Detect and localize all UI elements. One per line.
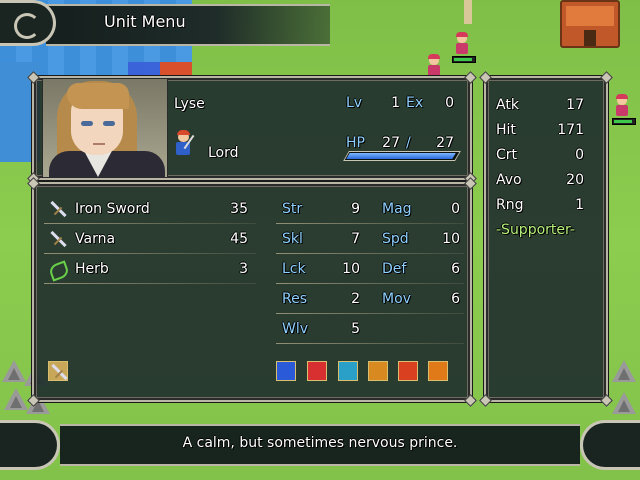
skl-label: Skl [282,231,303,247]
mov-value: 6 [451,291,460,307]
exp-label: Ex [406,95,424,111]
map-rock [612,360,636,382]
enemy-unit-sprite[interactable] [426,54,442,78]
stat-divider [276,313,464,314]
gold-star-icon[interactable] [428,361,448,381]
spd-value: 10 [442,231,460,247]
level-label: Lv [346,95,363,111]
item-uses: 3 [239,261,248,277]
crown-icon[interactable] [276,361,296,381]
stat-divider [276,283,464,284]
unit-description: A calm, but sometimes nervous prince. [182,435,458,451]
star-shield-icon[interactable] [368,361,388,381]
stat-divider [276,253,464,254]
wlv-value: 5 [351,321,360,337]
stat-divider [276,223,464,224]
item-uses: 45 [230,231,248,247]
enemy-hp-bar [612,118,636,125]
hp-gauge [343,151,461,161]
avo-label: Avo [496,172,522,188]
res-label: Res [282,291,308,307]
sword-rank-icon [48,361,68,381]
enemy-unit-sprite[interactable] [454,32,470,56]
atk-label: Atk [496,97,519,113]
skl-value: 7 [351,231,360,247]
unit-name: Lyse [174,96,205,112]
unit-map-sprite [172,130,196,160]
hit-label: Hit [496,122,516,138]
menu-title: Unit Menu [104,12,186,31]
crt-value: 0 [575,147,584,163]
str-label: Str [282,201,303,217]
res-value: 2 [351,291,360,307]
enemy-unit-sprite[interactable] [614,94,630,118]
enemy-hp-bar [452,56,476,63]
item-name[interactable]: Varna [75,231,115,247]
def-label: Def [382,261,407,277]
star-burst-icon[interactable] [338,361,358,381]
hp-current: 27 [382,135,400,151]
title-banner: Unit Menu [0,0,330,46]
map-road [464,0,472,24]
map-rock [612,392,636,414]
lck-label: Lck [282,261,306,277]
mag-value: 0 [451,201,460,217]
herb-icon [48,259,68,279]
sword-icon [48,199,68,219]
stat-divider [276,343,464,344]
def-value: 6 [451,261,460,277]
avo-value: 20 [566,172,584,188]
spd-label: Spd [382,231,409,247]
item-uses: 35 [230,201,248,217]
map-rock [2,360,26,382]
hp-separator: / [406,135,411,151]
crt-label: Crt [496,147,518,163]
mag-label: Mag [382,201,412,217]
item-name[interactable]: Iron Sword [75,201,150,217]
rng-value: 1 [575,197,584,213]
wlv-label: Wlv [282,321,309,337]
support-label: -Supporter- [496,222,575,238]
unit-portrait [42,78,168,178]
item-divider [44,283,256,284]
game-scene: Unit Menu Lyse Lord Lv 1 Ex 0 HP 27 / 27… [0,0,640,480]
atk-value: 17 [566,97,584,113]
village-house [560,0,620,48]
slash-icon[interactable] [307,361,327,381]
swirl-icon[interactable] [398,361,418,381]
hp-label: HP [346,135,365,151]
sword-icon [48,229,68,249]
description-box: A calm, but sometimes nervous prince. [0,418,640,474]
hp-gauge-fill [346,153,456,159]
mov-label: Mov [382,291,411,307]
exp-value: 0 [445,95,454,111]
level-value: 1 [391,95,400,111]
hp-max: 27 [436,135,454,151]
rng-label: Rng [496,197,524,213]
lck-value: 10 [342,261,360,277]
item-name[interactable]: Herb [75,261,109,277]
item-divider [44,223,256,224]
unit-class: Lord [208,145,239,161]
map-rock [4,388,28,410]
item-divider [44,253,256,254]
str-value: 9 [351,201,360,217]
hit-value: 171 [557,122,584,138]
